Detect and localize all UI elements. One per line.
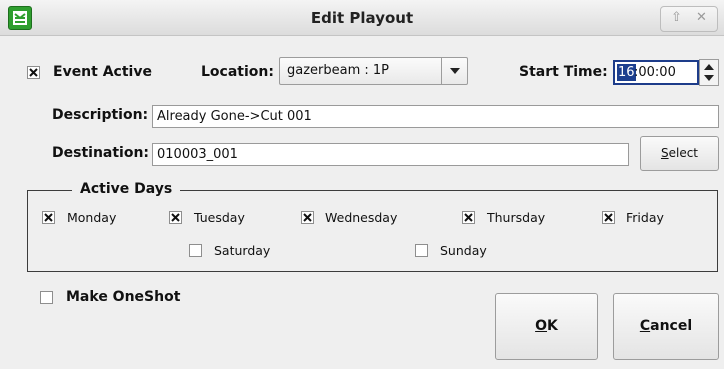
window-controls: ⇧ ✕ <box>660 6 718 32</box>
start-time-label: Start Time: <box>519 64 608 80</box>
sunday-label: Sunday <box>440 243 487 258</box>
friday-label: Friday <box>626 210 664 225</box>
event-active-checkbox[interactable] <box>27 66 40 79</box>
monday-label: Monday <box>67 210 117 225</box>
saturday-label: Saturday <box>214 243 271 258</box>
spin-down-icon <box>704 75 714 81</box>
destination-input[interactable]: 010003_001 <box>152 143 629 166</box>
tuesday-label: Tuesday <box>194 210 245 225</box>
friday-checkbox[interactable] <box>602 211 615 224</box>
thursday-checkbox[interactable] <box>462 211 475 224</box>
tuesday-checkbox[interactable] <box>169 211 182 224</box>
make-oneshot-checkbox[interactable] <box>40 291 53 304</box>
wednesday-label: Wednesday <box>325 210 398 225</box>
description-label: Description: <box>52 107 149 123</box>
chevron-down-icon[interactable] <box>441 58 467 84</box>
location-dropdown[interactable]: gazerbeam : 1P <box>279 57 468 85</box>
make-oneshot-label: Make OneShot <box>66 289 181 305</box>
event-active-label: Event Active <box>53 64 152 80</box>
start-time-field[interactable]: 16 :00:00 <box>613 60 699 85</box>
close-icon[interactable]: ✕ <box>696 10 707 25</box>
ok-button[interactable]: OK <box>495 293 598 360</box>
pin-icon[interactable]: ⇧ <box>671 10 682 25</box>
location-value: gazerbeam : 1P <box>287 63 390 78</box>
select-button[interactable]: Select <box>640 136 719 171</box>
saturday-checkbox[interactable] <box>189 244 202 257</box>
start-time-spinner[interactable] <box>699 59 719 86</box>
start-time-hours[interactable]: 16 <box>617 64 636 81</box>
monday-checkbox[interactable] <box>42 211 55 224</box>
destination-label: Destination: <box>52 145 150 161</box>
wednesday-checkbox[interactable] <box>301 211 314 224</box>
active-days-title: Active Days <box>72 181 181 197</box>
title-bar: Edit Playout ⇧ ✕ <box>0 0 724 36</box>
description-input[interactable]: Already Gone->Cut 001 <box>152 105 719 128</box>
start-time-rest[interactable]: :00:00 <box>634 64 676 81</box>
location-label: Location: <box>201 64 274 80</box>
cancel-button[interactable]: Cancel <box>613 293 719 360</box>
spin-up-icon <box>704 64 714 70</box>
sunday-checkbox[interactable] <box>415 244 428 257</box>
thursday-label: Thursday <box>487 210 546 225</box>
active-days-group <box>27 190 718 272</box>
window-title: Edit Playout <box>310 9 414 27</box>
